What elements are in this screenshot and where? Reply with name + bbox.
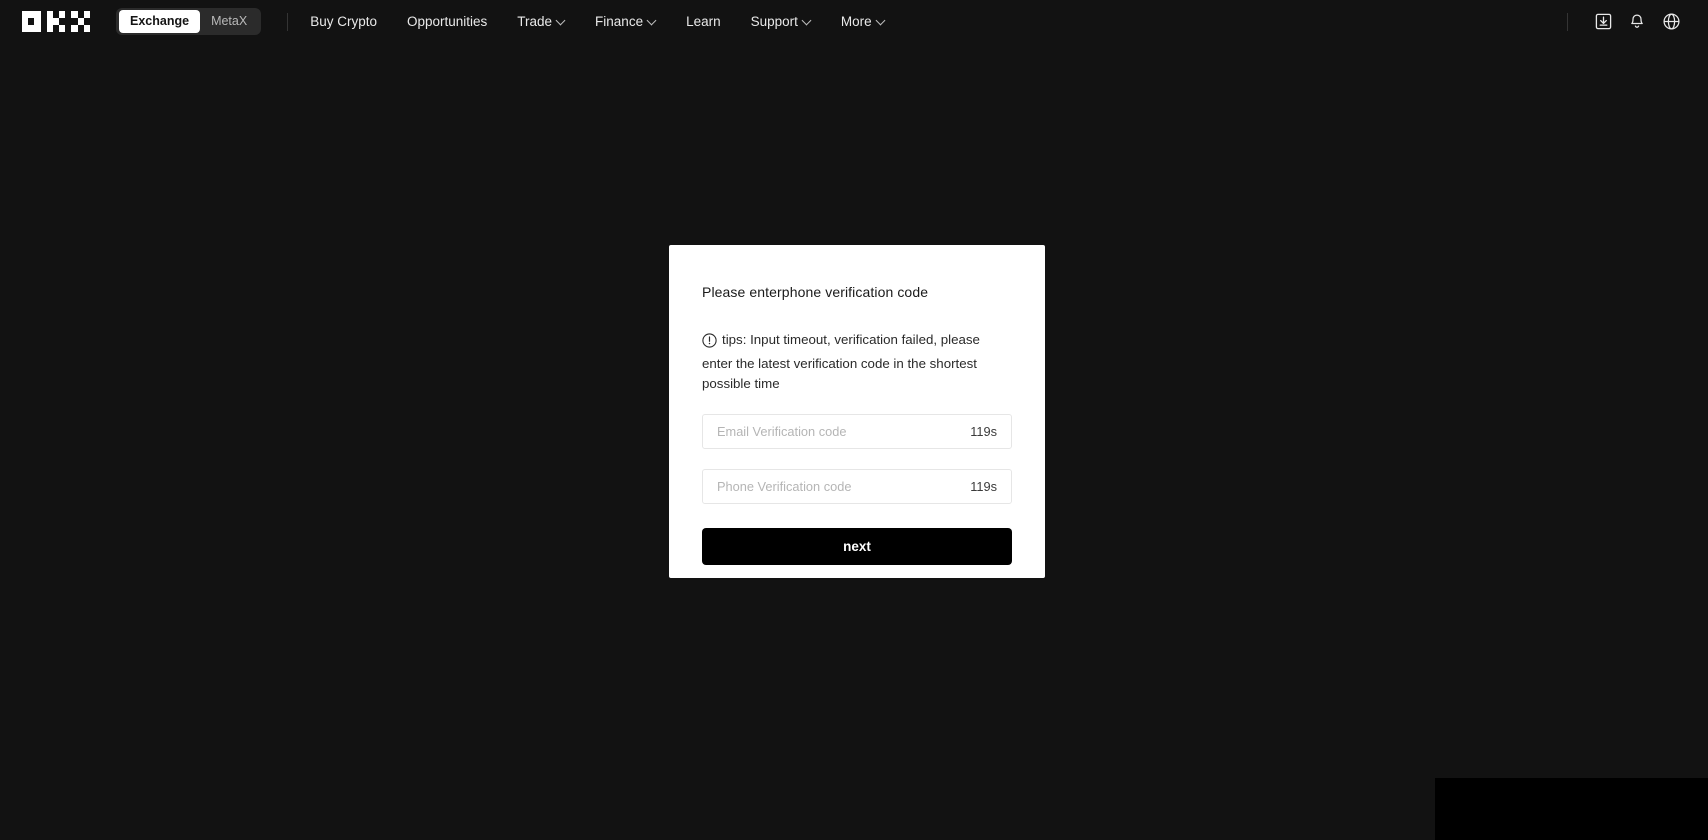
toggle-exchange[interactable]: Exchange [119,10,201,33]
nav-item-more[interactable]: More [826,14,900,29]
phone-code-timer[interactable]: 119s [970,479,997,494]
email-verification-code-field[interactable]: 119s [702,414,1012,450]
navbar-divider [287,12,289,31]
email-verification-code-input[interactable] [717,424,971,440]
chevron-down-icon [648,17,656,25]
navbar-links: Buy Crypto Opportunities Trade Finance L… [310,14,1567,29]
email-code-timer[interactable]: 119s [970,424,997,439]
nav-item-opportunities[interactable]: Opportunities [392,14,502,29]
chevron-down-icon [877,17,885,25]
language-button[interactable] [1654,5,1688,39]
top-navbar: Exchange MetaX Buy Crypto Opportunities … [0,0,1708,43]
notifications-button[interactable] [1620,5,1654,39]
chevron-down-icon [803,17,811,25]
chevron-down-icon [557,17,565,25]
navbar-actions [1567,5,1688,39]
nav-label: Trade [517,14,553,29]
product-toggle[interactable]: Exchange MetaX [116,8,262,35]
next-button[interactable]: next [702,528,1012,566]
nav-label: Opportunities [406,14,488,29]
nav-item-trade[interactable]: Trade [502,14,580,29]
modal-title: Please enterphone verification code [702,284,929,300]
nav-label: Learn [686,14,721,29]
nav-item-support[interactable]: Support [736,14,826,29]
bell-icon [1631,13,1643,28]
nav-label: More [840,14,872,29]
nav-item-buy-crypto[interactable]: Buy Crypto [310,14,392,29]
download-icon [1595,13,1611,30]
bottom-right-panel[interactable] [1435,778,1708,840]
nav-label: Support [750,14,798,29]
nav-item-finance[interactable]: Finance [580,14,671,29]
exclamation-circle-icon [702,332,717,354]
download-app-button[interactable] [1586,5,1620,39]
nav-item-learn[interactable]: Learn [671,14,736,29]
phone-verification-code-input[interactable] [717,479,971,495]
modal-tips-text: tips: Input timeout, verification failed… [702,331,980,391]
nav-label: Finance [595,14,644,29]
nav-label: Buy Crypto [310,14,377,29]
okx-logo[interactable] [22,11,90,32]
toggle-metax[interactable]: MetaX [200,10,258,33]
navbar-right-divider [1567,12,1568,31]
globe-icon [1662,13,1680,30]
phone-verification-code-field[interactable]: 119s [702,469,1012,505]
modal-tips: tips: Input timeout, verification failed… [702,330,1012,395]
verification-modal: Please enterphone verification code tips… [669,245,1045,578]
